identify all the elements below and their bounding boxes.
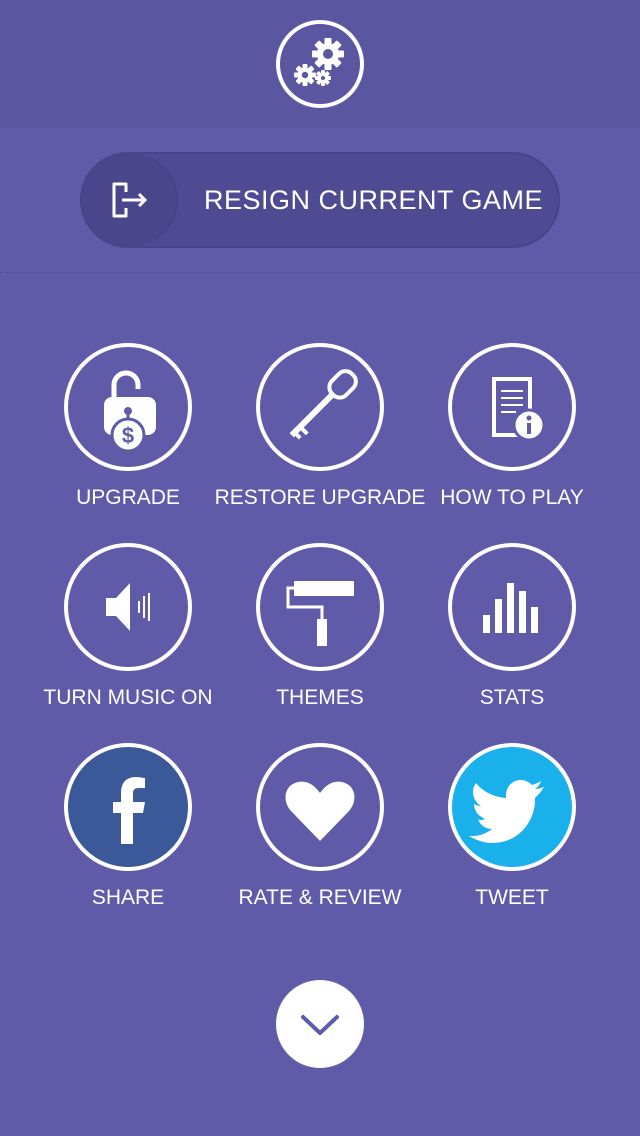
tweet-label: TWEET (475, 886, 549, 909)
heart-icon (285, 781, 355, 841)
resign-icon-container (82, 154, 176, 246)
tweet-circle[interactable] (448, 743, 576, 871)
exit-door-icon (112, 182, 148, 218)
facebook-icon (113, 777, 145, 844)
tweet-button[interactable]: TWEET (412, 743, 612, 923)
restore-upgrade-circle[interactable] (256, 343, 384, 471)
key-icon (289, 369, 358, 440)
themes-button[interactable]: THEMES (220, 543, 420, 723)
stats-circle[interactable] (448, 543, 576, 671)
twitter-bird-icon (469, 780, 544, 843)
paint-roller-icon (286, 581, 354, 646)
document-info-icon (492, 377, 546, 442)
speaker-icon (106, 583, 150, 631)
bar-chart-icon (483, 583, 538, 633)
divider (0, 272, 640, 273)
rate-review-button[interactable]: RATE & REVIEW (220, 743, 420, 923)
restore-upgrade-button[interactable]: RESTORE UPGRADE (215, 343, 425, 523)
music-toggle-button[interactable]: TURN MUSIC ON (28, 543, 228, 723)
padlock-dollar-icon: $ (104, 370, 156, 453)
settings-button[interactable] (276, 20, 364, 108)
stats-label: STATS (479, 686, 545, 709)
share-circle[interactable] (64, 743, 192, 871)
upgrade-button[interactable]: $ UPGRADE (28, 343, 228, 523)
resign-label: RESIGN CURRENT GAME (204, 185, 544, 215)
how-to-play-circle[interactable] (448, 343, 576, 471)
resign-game-button[interactable]: RESIGN CURRENT GAME (80, 152, 560, 248)
stats-button[interactable]: STATS (412, 543, 612, 723)
collapse-menu-button[interactable] (276, 980, 364, 1068)
chevron-down-icon (301, 1015, 339, 1035)
music-toggle-circle[interactable] (64, 543, 192, 671)
gears-icon (294, 38, 344, 86)
header-bar (0, 0, 640, 128)
how-to-play-label: HOW TO PLAY (440, 486, 584, 509)
svg-text:$: $ (122, 423, 134, 448)
rate-review-circle[interactable] (256, 743, 384, 871)
how-to-play-button[interactable]: HOW TO PLAY (412, 343, 612, 523)
share-button[interactable]: SHARE (28, 743, 228, 923)
themes-circle[interactable] (256, 543, 384, 671)
upgrade-circle[interactable]: $ (64, 343, 192, 471)
